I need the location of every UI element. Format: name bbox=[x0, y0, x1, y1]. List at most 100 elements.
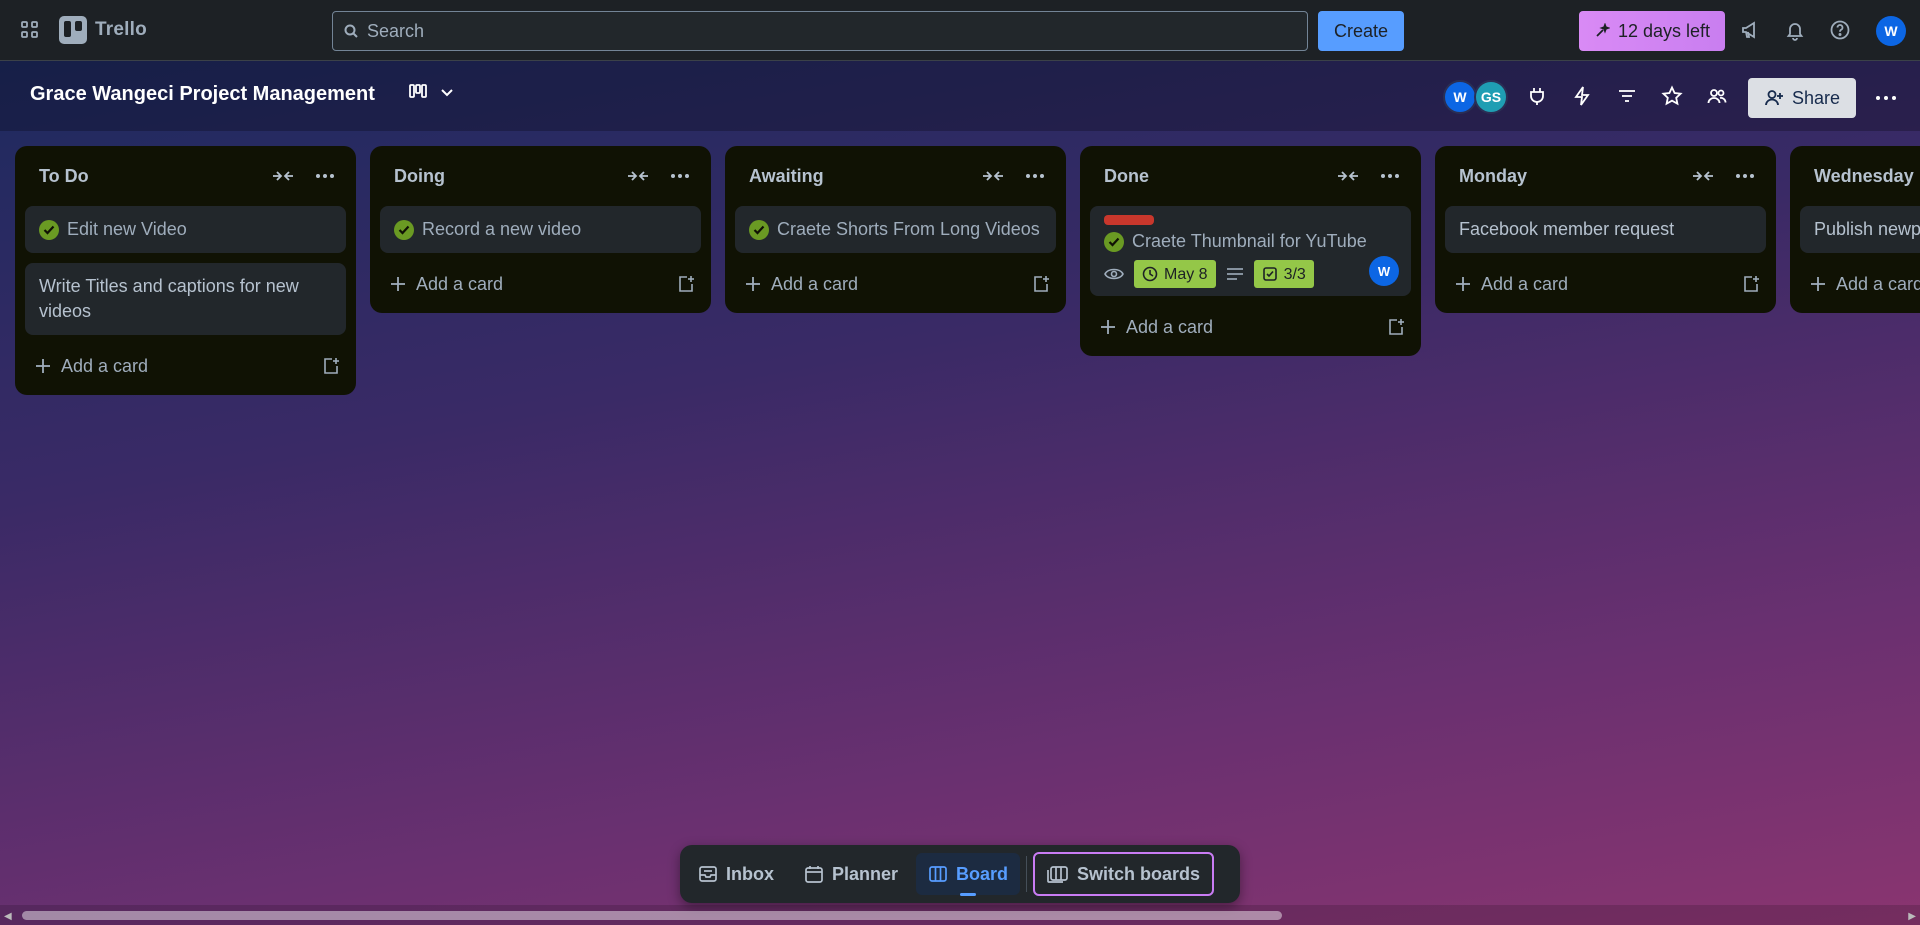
more-options-icon[interactable] bbox=[1868, 80, 1904, 116]
list-menu-icon[interactable] bbox=[308, 159, 342, 193]
add-card-label: Add a card bbox=[416, 273, 504, 294]
list-title[interactable]: Done bbox=[1104, 166, 1149, 187]
add-card-button[interactable]: Add a card bbox=[25, 345, 346, 387]
card[interactable]: Record a new video bbox=[380, 206, 701, 253]
list-title[interactable]: Monday bbox=[1459, 166, 1527, 187]
card-label-red[interactable] bbox=[1104, 215, 1154, 225]
automation-lightning-icon[interactable] bbox=[1564, 78, 1600, 114]
add-card-label: Add a card bbox=[1481, 273, 1569, 294]
card-title: Edit new Video bbox=[67, 219, 187, 239]
power-ups-plug-icon[interactable] bbox=[1519, 78, 1555, 114]
watching-eye-icon bbox=[1104, 267, 1124, 281]
add-card-button[interactable]: Add a card bbox=[1800, 263, 1920, 305]
visibility-team-icon[interactable] bbox=[1699, 78, 1735, 114]
search-box[interactable] bbox=[332, 11, 1308, 51]
complete-check-icon[interactable] bbox=[1104, 232, 1124, 252]
trial-days-button[interactable]: 12 days left bbox=[1579, 11, 1725, 51]
collapse-list-icon[interactable] bbox=[1686, 159, 1720, 193]
card[interactable]: Edit new Video bbox=[25, 206, 346, 253]
share-button[interactable]: Share bbox=[1748, 78, 1856, 118]
list-menu-icon[interactable] bbox=[1373, 159, 1407, 193]
due-date-label: May 8 bbox=[1164, 265, 1208, 283]
sparkle-icon bbox=[1594, 23, 1610, 39]
card-badges: May 8 3/3 bbox=[1104, 260, 1397, 288]
trello-logo[interactable]: Trello bbox=[59, 16, 147, 44]
horizontal-scrollbar[interactable]: ◀ ▶ bbox=[0, 905, 1920, 925]
board-header: Grace Wangeci Project Management W GS Sh… bbox=[0, 61, 1920, 131]
list-title[interactable]: Doing bbox=[394, 166, 445, 187]
list-menu-icon[interactable] bbox=[1018, 159, 1052, 193]
board-icon bbox=[928, 864, 948, 884]
create-from-template-icon[interactable] bbox=[1387, 318, 1405, 336]
star-icon[interactable] bbox=[1654, 78, 1690, 114]
collapse-list-icon[interactable] bbox=[266, 159, 300, 193]
card-title: Craete Shorts From Long Videos bbox=[777, 219, 1040, 239]
list-header: Wednesday bbox=[1800, 146, 1920, 206]
collapse-list-icon[interactable] bbox=[1331, 159, 1365, 193]
create-from-template-icon[interactable] bbox=[677, 275, 695, 293]
checklist-icon bbox=[1262, 266, 1278, 282]
search-icon bbox=[343, 23, 359, 39]
app-switcher-icon[interactable] bbox=[12, 12, 48, 48]
complete-check-icon[interactable] bbox=[394, 220, 414, 240]
top-navigation: Trello Create 12 days left W bbox=[0, 0, 1920, 61]
notifications-bell-icon[interactable] bbox=[1777, 12, 1813, 48]
collapse-list-icon[interactable] bbox=[621, 159, 655, 193]
board-title[interactable]: Grace Wangeci Project Management bbox=[30, 83, 375, 106]
card[interactable]: Craete Thumbnail for YuTube May 8 3/3 W bbox=[1090, 206, 1411, 296]
add-card-button[interactable]: Add a card bbox=[1090, 306, 1411, 348]
due-date-badge[interactable]: May 8 bbox=[1134, 260, 1216, 288]
complete-check-icon[interactable] bbox=[749, 220, 769, 240]
create-from-template-icon[interactable] bbox=[1032, 275, 1050, 293]
card[interactable]: Facebook member request bbox=[1445, 206, 1766, 253]
create-from-template-icon[interactable] bbox=[322, 357, 340, 375]
scrollbar-thumb[interactable] bbox=[22, 911, 1282, 920]
board-members: W GS bbox=[1443, 80, 1508, 114]
list-menu-icon[interactable] bbox=[663, 159, 697, 193]
add-card-button[interactable]: Add a card bbox=[380, 263, 701, 305]
trello-logo-icon bbox=[59, 16, 87, 44]
card-title: Craete Thumbnail for YuTube bbox=[1132, 231, 1367, 251]
board-view-icon bbox=[408, 83, 428, 101]
card-title: Publish newp bbox=[1814, 219, 1920, 239]
member-avatar[interactable]: W bbox=[1443, 80, 1477, 114]
collapse-list-icon[interactable] bbox=[976, 159, 1010, 193]
user-avatar[interactable]: W bbox=[1876, 16, 1906, 46]
dock-planner[interactable]: Planner bbox=[792, 853, 910, 895]
megaphone-icon[interactable] bbox=[1732, 12, 1768, 48]
help-icon[interactable] bbox=[1822, 12, 1858, 48]
filter-icon[interactable] bbox=[1609, 78, 1645, 114]
list-header: Awaiting bbox=[735, 146, 1056, 206]
dock-switch-boards-label: Switch boards bbox=[1077, 863, 1201, 884]
dock-board[interactable]: Board bbox=[916, 853, 1021, 896]
scroll-right-arrow-icon[interactable]: ▶ bbox=[1908, 911, 1916, 922]
create-button[interactable]: Create bbox=[1318, 11, 1404, 51]
switch-boards-icon bbox=[1047, 864, 1069, 884]
card[interactable]: Write Titles and captions for new videos bbox=[25, 263, 346, 335]
list-header: To Do bbox=[25, 146, 346, 206]
create-from-template-icon[interactable] bbox=[1742, 275, 1760, 293]
plus-icon bbox=[1810, 276, 1826, 292]
bottom-dock: Inbox Planner Board Switch boards bbox=[680, 845, 1240, 903]
complete-check-icon[interactable] bbox=[39, 220, 59, 240]
list-title[interactable]: To Do bbox=[39, 166, 89, 187]
card-member-avatar[interactable]: W bbox=[1369, 256, 1399, 286]
list-menu-icon[interactable] bbox=[1728, 159, 1762, 193]
search-input[interactable] bbox=[367, 20, 1267, 42]
add-card-button[interactable]: Add a card bbox=[735, 263, 1056, 305]
dock-switch-boards[interactable]: Switch boards bbox=[1033, 852, 1215, 896]
top-right-actions bbox=[1732, 12, 1858, 48]
dock-inbox[interactable]: Inbox bbox=[686, 853, 786, 895]
list-header: Doing bbox=[380, 146, 701, 206]
list-title[interactable]: Wednesday bbox=[1814, 166, 1914, 187]
member-avatar[interactable]: GS bbox=[1474, 80, 1508, 114]
add-card-button[interactable]: Add a card bbox=[1445, 263, 1766, 305]
scroll-left-arrow-icon[interactable]: ◀ bbox=[4, 911, 12, 922]
calendar-icon bbox=[804, 864, 824, 884]
card[interactable]: Publish newp bbox=[1800, 206, 1920, 253]
card[interactable]: Craete Shorts From Long Videos bbox=[735, 206, 1056, 253]
board-view-switcher[interactable] bbox=[408, 83, 454, 101]
list-title[interactable]: Awaiting bbox=[749, 166, 824, 187]
add-card-label: Add a card bbox=[1126, 316, 1214, 337]
card-title: Record a new video bbox=[422, 219, 582, 239]
